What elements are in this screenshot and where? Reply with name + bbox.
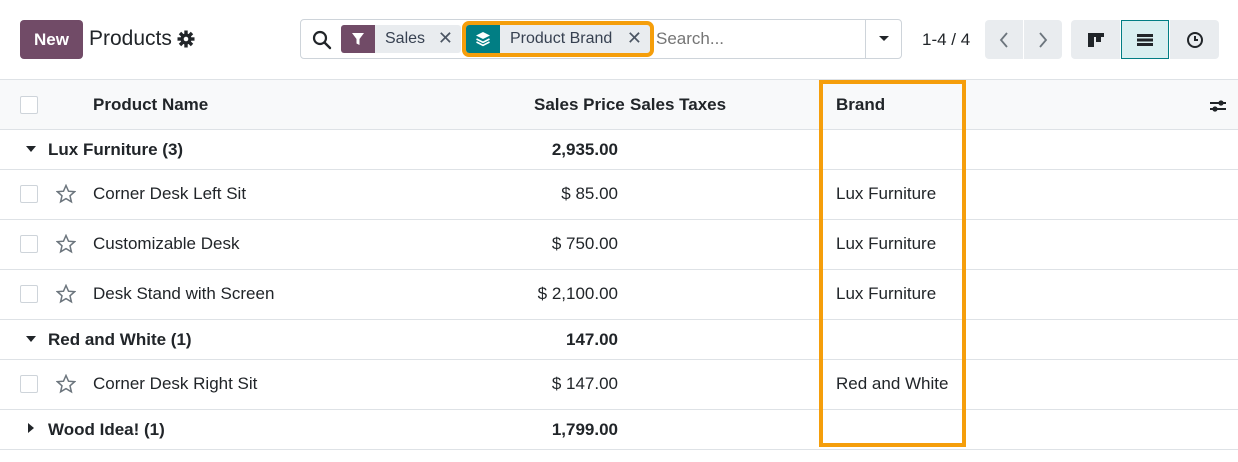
search-box: Sales ✕ Product Brand ✕ (300, 19, 902, 59)
group-label: Lux Furniture (3) (48, 140, 184, 159)
brand: Lux Furniture (836, 184, 937, 203)
new-button[interactable]: New (20, 20, 83, 59)
brand: Red and White (836, 374, 949, 393)
product-name: Desk Stand with Screen (93, 284, 275, 303)
table-row[interactable]: Corner Desk Right Sit $ 147.00 Red and W… (0, 360, 1238, 410)
pager-value[interactable]: 1-4 / 4 (922, 30, 970, 50)
product-name: Customizable Desk (93, 234, 240, 253)
list-view-button[interactable] (1121, 20, 1169, 59)
star-icon[interactable] (56, 284, 76, 304)
product-name: Corner Desk Right Sit (93, 374, 258, 393)
table-row[interactable]: Corner Desk Left Sit $ 85.00 Lux Furnitu… (0, 170, 1238, 220)
close-icon[interactable]: ✕ (627, 28, 642, 49)
search-facet-product-brand: Product Brand ✕ (462, 21, 654, 57)
brand: Lux Furniture (836, 234, 937, 253)
row-checkbox[interactable] (20, 235, 38, 253)
table-row[interactable]: Desk Stand with Screen $ 2,100.00 Lux Fu… (0, 270, 1238, 320)
group-label: Red and White (1) (48, 330, 192, 349)
row-checkbox[interactable] (20, 185, 38, 203)
group-label: Wood Idea! (1) (48, 420, 165, 439)
select-all-checkbox[interactable] (20, 96, 38, 114)
control-panel: New Products Sales ✕ Product Brand ✕ Sea… (0, 0, 1238, 80)
star-icon[interactable] (56, 184, 76, 204)
search-facet-sales: Sales ✕ (341, 25, 461, 53)
column-header-brand[interactable]: Brand (836, 95, 885, 115)
pager-next-button[interactable] (1024, 20, 1062, 59)
chevron-right-icon (1039, 31, 1048, 48)
activity-view-button[interactable] (1170, 20, 1219, 59)
layers-icon (466, 25, 500, 53)
search-icon[interactable] (311, 29, 333, 51)
sales-price: $ 147.00 (551, 374, 618, 393)
row-checkbox[interactable] (20, 375, 38, 393)
caret-down-icon (26, 336, 36, 342)
row-checkbox[interactable] (20, 285, 38, 303)
brand: Lux Furniture (836, 284, 937, 303)
group-total: 2,935.00 (551, 140, 618, 159)
list-icon (1137, 33, 1153, 46)
group-row[interactable]: Wood Idea! (1) 1,799.00 (0, 410, 1238, 450)
column-header-sales-taxes[interactable]: Sales Taxes (630, 95, 726, 115)
facet-label: Product Brand (510, 30, 613, 47)
star-icon[interactable] (56, 374, 76, 394)
sales-price: $ 85.00 (561, 184, 618, 203)
page-title: Products (89, 27, 172, 50)
gear-icon[interactable] (176, 29, 196, 49)
close-icon[interactable]: ✕ (438, 28, 453, 49)
caret-down-icon (26, 146, 36, 152)
sales-price: $ 2,100.00 (537, 284, 618, 303)
group-row[interactable]: Lux Furniture (3) 2,935.00 (0, 130, 1238, 170)
column-header-sales-price[interactable]: Sales Price (534, 95, 625, 115)
group-total: 147.00 (566, 330, 618, 349)
group-row[interactable]: Red and White (1) 147.00 (0, 320, 1238, 360)
group-total: 1,799.00 (551, 420, 618, 439)
table-header: Product Name Sales Price Sales Taxes Bra… (0, 80, 1238, 130)
kanban-view-button[interactable] (1071, 20, 1120, 59)
pager-previous-button[interactable] (985, 20, 1023, 59)
facet-label: Sales (385, 30, 426, 47)
table-row[interactable]: Customizable Desk $ 750.00 Lux Furniture (0, 220, 1238, 270)
chevron-left-icon (999, 31, 1008, 48)
filter-icon (341, 25, 375, 53)
caret-right-icon (28, 423, 34, 433)
kanban-icon (1087, 32, 1104, 47)
caret-down-icon (878, 36, 889, 41)
product-name: Corner Desk Left Sit (93, 184, 247, 203)
search-input[interactable] (656, 24, 861, 54)
clock-icon (1186, 31, 1203, 48)
sales-price: $ 750.00 (551, 234, 618, 253)
column-header-product-name[interactable]: Product Name (93, 95, 208, 115)
search-options-toggle[interactable] (865, 20, 901, 58)
optional-columns-icon[interactable] (1208, 96, 1228, 116)
star-icon[interactable] (56, 234, 76, 254)
